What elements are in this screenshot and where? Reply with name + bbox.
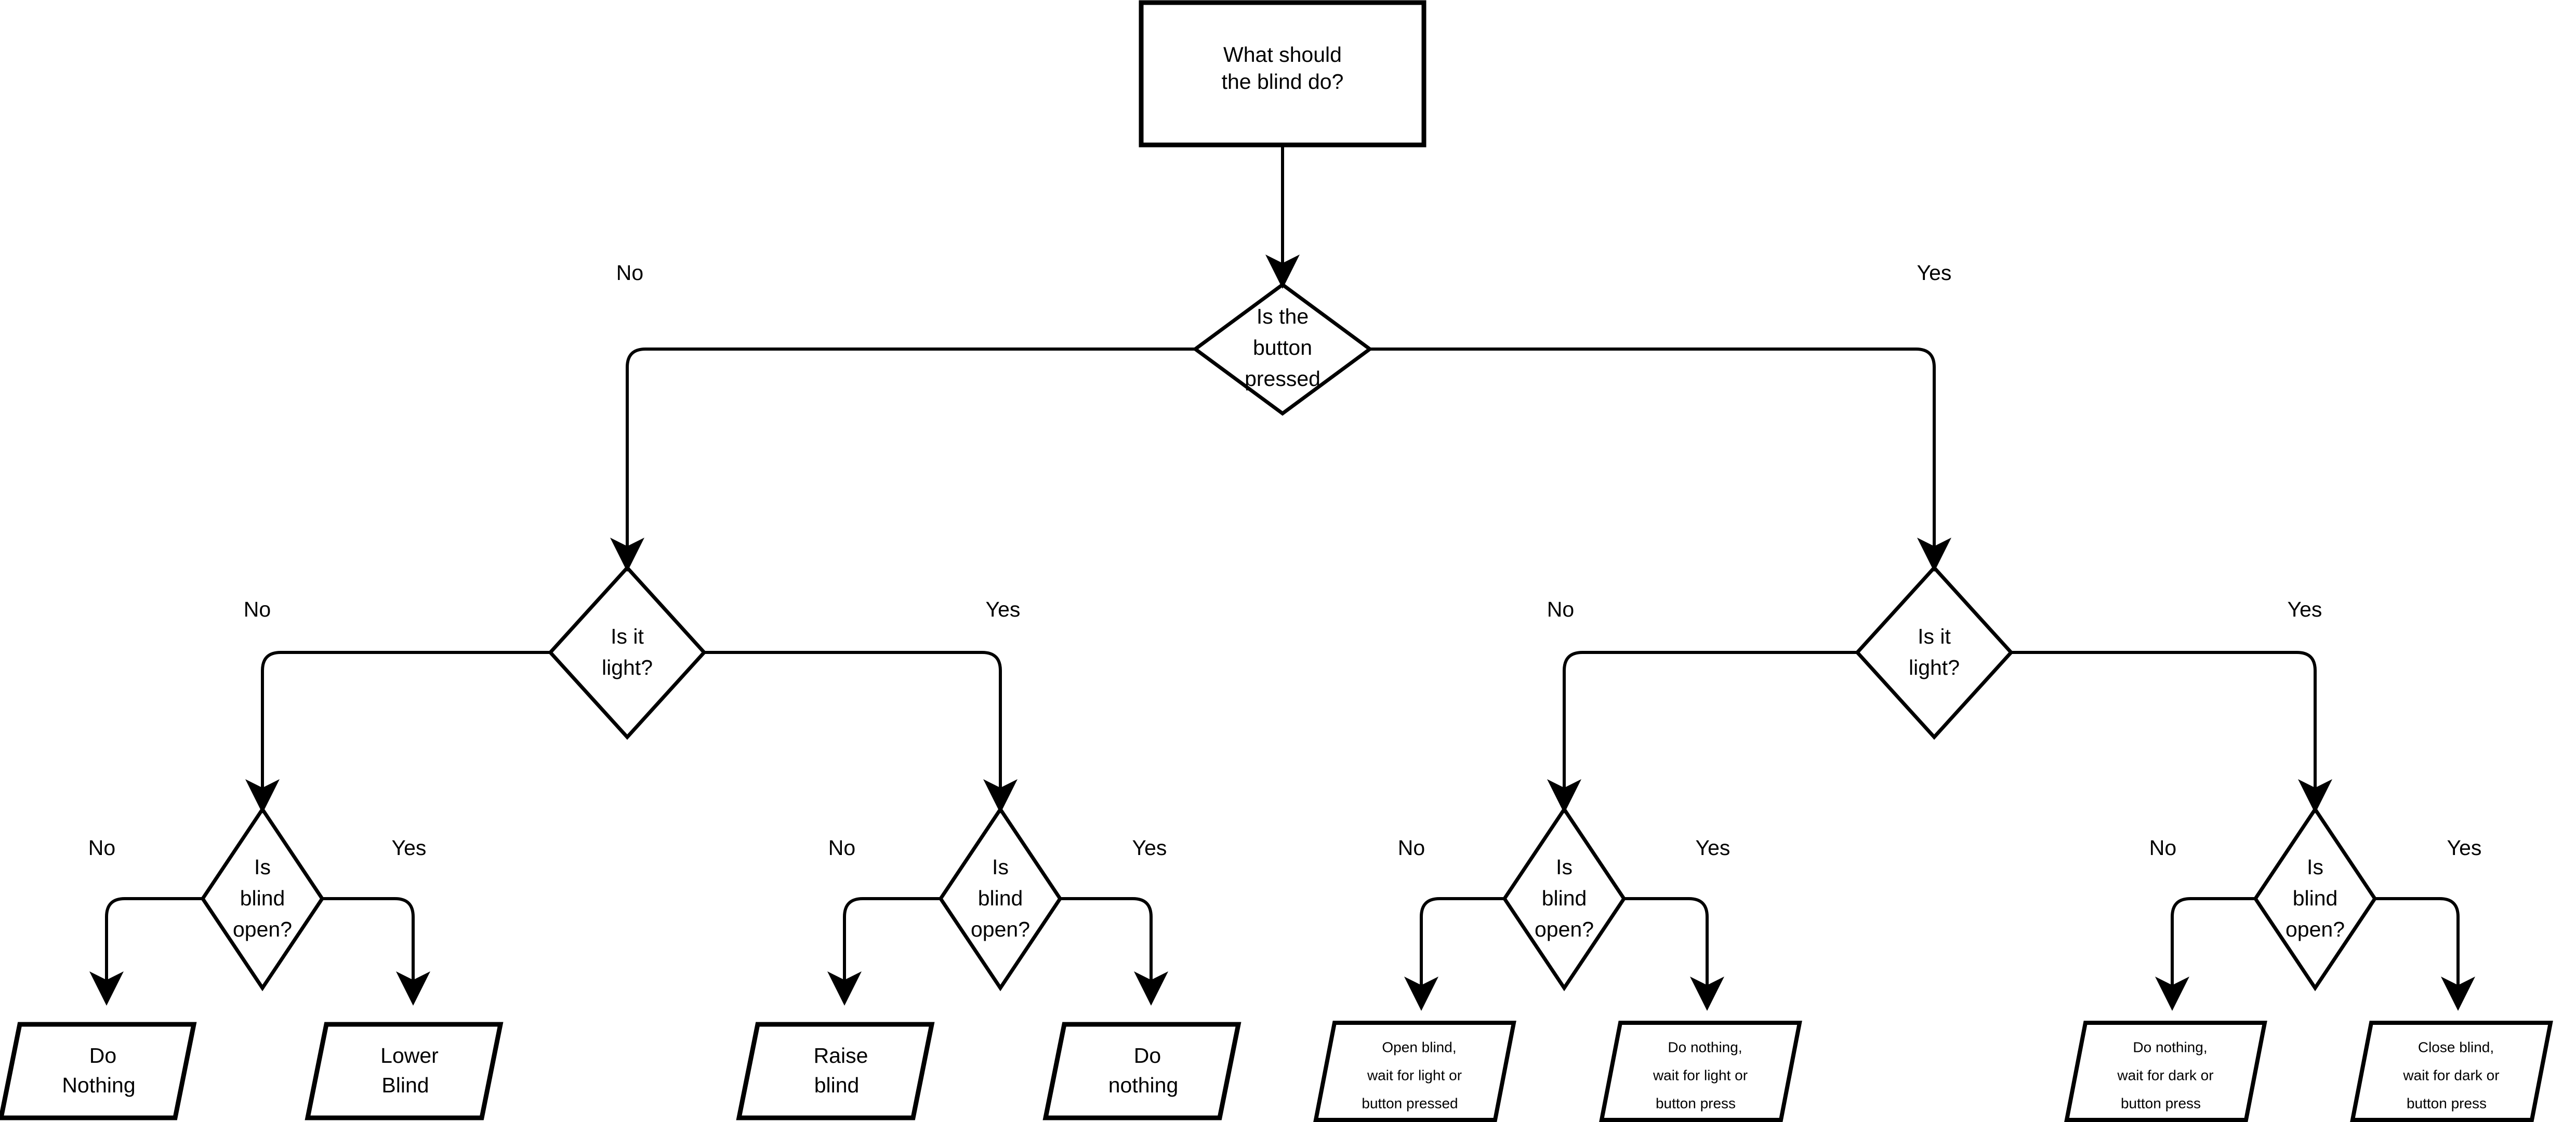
- svg-text:blind: blind: [1542, 886, 1587, 910]
- svg-text:Is: Is: [2307, 855, 2323, 879]
- svg-text:Do: Do: [1134, 1044, 1161, 1067]
- svg-text:Raise: Raise: [814, 1044, 868, 1067]
- svg-text:button press: button press: [2121, 1095, 2201, 1111]
- flowchart-canvas: What should the blind do? Is the button …: [0, 0, 2576, 1122]
- svg-text:Open blind,: Open blind,: [1382, 1039, 1456, 1055]
- svg-text:Is it: Is it: [1918, 624, 1951, 648]
- svg-text:Blind: Blind: [381, 1073, 429, 1097]
- edge-open3-yes: [1624, 897, 1724, 1011]
- node-open1-label: Is blind open?: [233, 855, 292, 941]
- node-io5-label: Open blind, wait for light or button pre…: [1362, 1039, 1462, 1111]
- svg-text:wait for light or: wait for light or: [1367, 1067, 1462, 1083]
- edge-label-open4-no: No: [2149, 836, 2176, 860]
- svg-text:button press: button press: [2407, 1095, 2487, 1111]
- svg-text:light?: light?: [1909, 656, 1960, 679]
- svg-text:button: button: [1253, 336, 1312, 359]
- edge-label-open3-no: No: [1398, 836, 1425, 860]
- edge-light-right-yes: [2011, 651, 2332, 813]
- edge-label-button-yes: Yes: [1917, 261, 1952, 285]
- svg-text:blind: blind: [978, 886, 1023, 910]
- node-light-right-label: Is it light?: [1909, 624, 1960, 679]
- node-open2-label: Is blind open?: [971, 855, 1030, 941]
- edge-label-light-right-yes: Yes: [2288, 597, 2322, 621]
- node-io7-label: Do nothing, wait for dark or button pres…: [2117, 1039, 2213, 1111]
- svg-text:Do nothing,: Do nothing,: [1668, 1039, 1742, 1055]
- node-io6-label: Do nothing, wait for light or button pre…: [1653, 1039, 1748, 1111]
- node-io1-shape: [0, 1022, 197, 1120]
- node-io4-shape: [1042, 1022, 1241, 1120]
- svg-text:wait for dark or: wait for dark or: [2402, 1067, 2499, 1083]
- node-io3-label: Raise blind: [814, 1044, 868, 1097]
- edge-light-left-yes: [704, 651, 1018, 813]
- edge-label-open1-no: No: [88, 836, 115, 860]
- svg-text:blind: blind: [814, 1073, 860, 1097]
- svg-text:Is: Is: [254, 855, 271, 879]
- edge-label-light-right-no: No: [1547, 597, 1574, 621]
- node-io3-shape: [736, 1022, 935, 1120]
- edge-light-left-no: [245, 651, 550, 813]
- svg-text:button pressed: button pressed: [1362, 1095, 1458, 1111]
- node-start-label: What should the blind do?: [1222, 43, 1344, 94]
- svg-text:Is: Is: [992, 855, 1009, 879]
- edge-open1-no: [89, 897, 203, 1006]
- flowchart-svg: What should the blind do? Is the button …: [0, 0, 2553, 1122]
- node-io1-label: Do Nothing: [62, 1044, 135, 1097]
- svg-text:Is it: Is it: [611, 624, 644, 648]
- edge-label-open2-yes: Yes: [1132, 836, 1167, 860]
- node-light-left-label: Is it light?: [602, 624, 653, 679]
- edge-label-open2-no: No: [828, 836, 855, 860]
- node-light-left-shape: [548, 565, 707, 740]
- edge-button-no: [610, 348, 1195, 572]
- svg-text:Lower: Lower: [380, 1044, 439, 1067]
- svg-text:pressed: pressed: [1245, 367, 1320, 391]
- svg-text:button press: button press: [1656, 1095, 1736, 1111]
- svg-text:open?: open?: [233, 917, 292, 941]
- edge-label-light-left-yes: Yes: [986, 597, 1021, 621]
- svg-text:Do: Do: [89, 1044, 116, 1067]
- svg-text:open?: open?: [2286, 917, 2345, 941]
- edge-open2-yes: [1060, 897, 1168, 1006]
- edge-open4-no: [2155, 897, 2255, 1011]
- edge-open4-yes: [2375, 897, 2475, 1011]
- edge-button-yes: [1370, 348, 1951, 572]
- node-io8-label: Close blind, wait for dark or button pre…: [2402, 1039, 2499, 1111]
- edge-label-button-no: No: [616, 261, 643, 285]
- svg-text:Nothing: Nothing: [62, 1073, 135, 1097]
- svg-text:wait for dark or: wait for dark or: [2117, 1067, 2213, 1083]
- node-open4-label: Is blind open?: [2286, 855, 2345, 941]
- svg-text:Is the: Is the: [1257, 304, 1309, 328]
- svg-text:blind: blind: [2293, 886, 2338, 910]
- node-io2-label: Lower Blind: [380, 1044, 439, 1097]
- svg-text:the blind do?: the blind do?: [1222, 70, 1344, 94]
- svg-text:Is: Is: [1556, 855, 1573, 879]
- svg-text:open?: open?: [971, 917, 1030, 941]
- edge-label-open1-yes: Yes: [392, 836, 427, 860]
- svg-text:wait for light or: wait for light or: [1653, 1067, 1748, 1083]
- node-open3-label: Is blind open?: [1535, 855, 1594, 941]
- node-button-decision-label: Is the button pressed: [1245, 304, 1320, 391]
- svg-text:What should: What should: [1223, 43, 1342, 66]
- svg-text:open?: open?: [1535, 917, 1594, 941]
- edge-label-open3-yes: Yes: [1696, 836, 1730, 860]
- edge-light-right-no: [1547, 651, 1857, 813]
- edge-open2-no: [827, 897, 941, 1006]
- edge-open1-yes: [322, 897, 430, 1006]
- edge-label-light-left-no: No: [244, 597, 271, 621]
- edge-open3-no: [1404, 897, 1504, 1011]
- svg-text:nothing: nothing: [1108, 1073, 1179, 1097]
- node-io4-label: Do nothing: [1108, 1044, 1179, 1097]
- svg-text:Do nothing,: Do nothing,: [2133, 1039, 2207, 1055]
- svg-text:light?: light?: [602, 656, 653, 679]
- edge-label-open4-yes: Yes: [2447, 836, 2482, 860]
- svg-text:Close blind,: Close blind,: [2418, 1039, 2494, 1055]
- svg-text:blind: blind: [240, 886, 285, 910]
- node-light-right-shape: [1855, 565, 2014, 740]
- node-io2-shape: [305, 1022, 504, 1120]
